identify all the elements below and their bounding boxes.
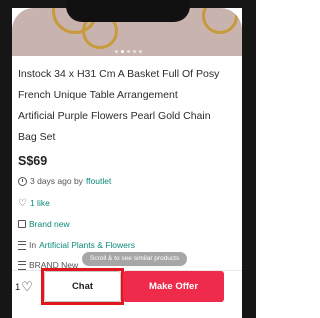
category-row: In Artificial Plants & Flowers — [18, 240, 135, 250]
list-icon — [18, 240, 26, 250]
listing-title-line: Bag Set — [18, 131, 56, 143]
likes-row: ♡ 1 like — [18, 198, 50, 208]
chain-decoration — [202, 8, 238, 34]
condition-row: Brand new — [18, 219, 70, 229]
carousel-dot-active[interactable] — [121, 50, 124, 53]
carousel-dot[interactable] — [133, 50, 136, 53]
clock-icon — [18, 176, 27, 186]
condition-text: Brand new — [29, 219, 70, 229]
tag-icon — [18, 220, 26, 228]
seller-link[interactable]: ffoutlet — [86, 176, 111, 186]
like-count: 1 — [15, 281, 21, 293]
heart-icon: ♡ — [18, 197, 27, 209]
heart-outline-icon[interactable]: ♡ — [21, 280, 33, 293]
chat-highlight-box — [41, 268, 124, 305]
phone-notch — [66, 0, 190, 22]
image-carousel-dots[interactable] — [115, 50, 142, 53]
phone-bezel-right — [242, 0, 256, 318]
phone-frame: Instock 34 x H31 Cm A Basket Full Of Pos… — [0, 0, 256, 318]
carousel-dot[interactable] — [139, 50, 142, 53]
brand-icon — [18, 260, 26, 270]
posted-text: 3 days ago by — [30, 176, 83, 186]
like-button[interactable]: 1 ♡ — [15, 280, 33, 293]
likes-link[interactable]: 1 like — [30, 198, 50, 208]
listing-title-line: Artificial Purple Flowers Pearl Gold Cha… — [18, 110, 211, 122]
carousel-dot[interactable] — [127, 50, 130, 53]
listing-title-line: Instock 34 x H31 Cm A Basket Full Of Pos… — [18, 68, 220, 80]
phone-bezel-left — [0, 0, 12, 318]
carousel-dot[interactable] — [115, 50, 118, 53]
make-offer-button[interactable]: Make Offer — [123, 271, 224, 302]
category-link[interactable]: Artificial Plants & Flowers — [39, 240, 135, 250]
category-prefix: In — [29, 240, 37, 250]
listing-title: Instock 34 x H31 Cm A Basket Full Of Pos… — [18, 64, 240, 148]
listing-price: S$69 — [18, 154, 48, 168]
listing-title-line: French Unique Table Arrangement — [18, 89, 178, 101]
posted-row: 3 days ago by ffoutlet — [18, 176, 111, 186]
scroll-tooltip: Scroll & to see similar products — [82, 252, 188, 266]
